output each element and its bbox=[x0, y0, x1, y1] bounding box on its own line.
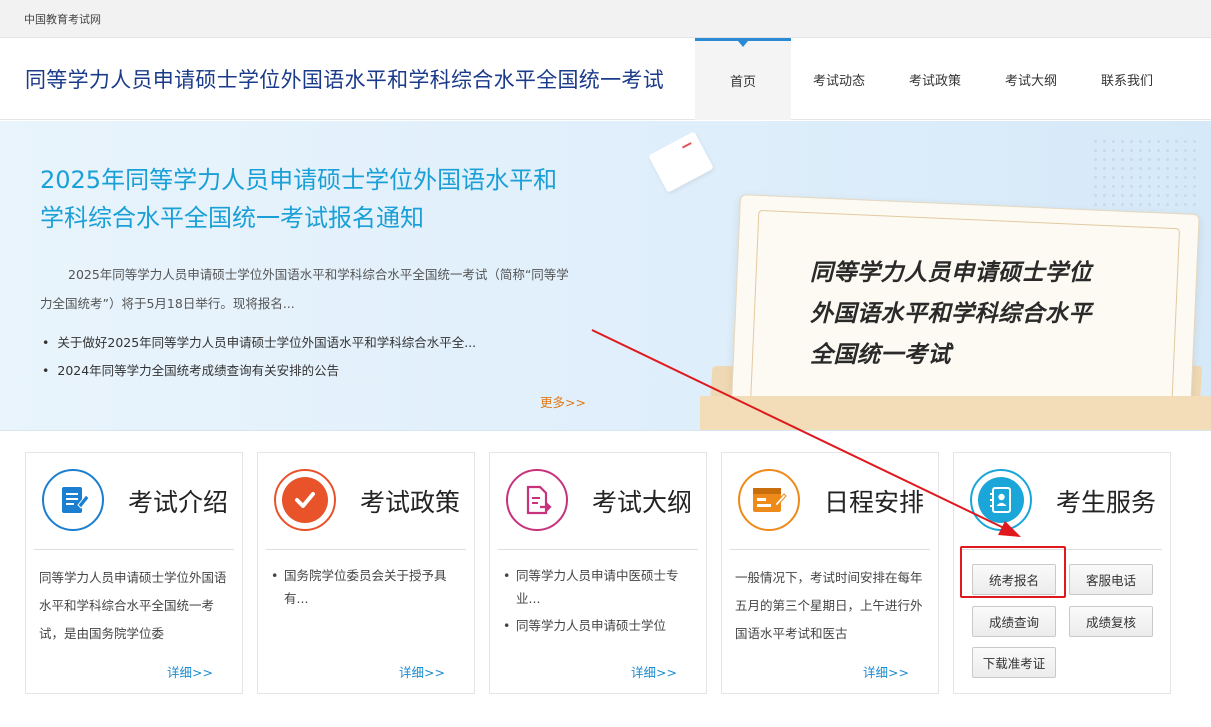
header: 同等学力人员申请硕士学位外国语水平和学科综合水平全国统一考试 首页 考试动态 考… bbox=[0, 38, 1211, 120]
divider bbox=[498, 549, 698, 550]
banner-summary: 2025年同等学力人员申请硕士学位外国语水平和学科综合水平全国统一考试（简称“同… bbox=[40, 267, 569, 311]
illustration-text: 同等学力人员申请硕士学位 外国语水平和学科综合水平 全国统一考试 bbox=[810, 253, 1170, 376]
more-link[interactable]: 更多>> bbox=[540, 392, 586, 411]
score-review-button[interactable]: 成绩复核 bbox=[1069, 606, 1153, 637]
nav-exam-policy[interactable]: 考试政策 bbox=[887, 38, 983, 120]
card-exam-syllabus: 考试大纲 同等学力人员申请中医硕士专业... 同等学力人员申请硕士学位 详细>> bbox=[489, 452, 707, 694]
card-exam-intro: 考试介绍 同等学力人员申请硕士学位外国语水平和学科综合水平全国统一考试，是由国务… bbox=[25, 452, 243, 694]
dot-pattern-decoration bbox=[1091, 137, 1201, 207]
illustration-line-1: 同等学力人员申请硕士学位 bbox=[810, 260, 1092, 286]
customer-service-phone-button[interactable]: 客服电话 bbox=[1069, 564, 1153, 595]
card-schedule: 日程安排 一般情况下，考试时间安排在每年五月的第三个星期日，上午进行外国语水平考… bbox=[721, 452, 939, 694]
list-item[interactable]: 同等学力人员申请中医硕士专业... bbox=[502, 564, 696, 610]
nav-exam-syllabus-label: 考试大纲 bbox=[1004, 73, 1057, 89]
active-indicator-icon bbox=[738, 41, 748, 47]
nav-home-label: 首页 bbox=[729, 75, 756, 90]
policy-list: 国务院学位委员会关于授予具有... bbox=[270, 564, 464, 614]
news-item[interactable]: 2024年同等学力全国统考成绩查询有关安排的公告 bbox=[42, 357, 562, 385]
list-item[interactable]: 国务院学位委员会关于授予具有... bbox=[270, 564, 464, 610]
nav-contact[interactable]: 联系我们 bbox=[1079, 38, 1175, 120]
detail-link[interactable]: 详细>> bbox=[863, 662, 909, 681]
news-list: 关于做好2025年同等学力人员申请硕士学位外国语水平和学科综合水平全... 20… bbox=[42, 329, 562, 385]
banner-headline-link[interactable]: 2025年同等学力人员申请硕士学位外国语水平和 学科综合水平全国统一考试报名通知 bbox=[40, 161, 580, 237]
divider bbox=[730, 549, 930, 550]
headline-line-2: 学科综合水平全国统一考试报名通知 bbox=[40, 204, 424, 232]
highlight-box bbox=[960, 546, 1066, 598]
main-nav: 首页 考试动态 考试政策 考试大纲 联系我们 bbox=[695, 38, 1175, 120]
card-description: 一般情况下，考试时间安排在每年五月的第三个星期日，上午进行外国语水平考试和医古 bbox=[735, 570, 923, 641]
illustration-line-3: 全国统一考试 bbox=[810, 342, 951, 368]
contacts-book-icon bbox=[970, 469, 1032, 531]
card-title: 考试大纲 bbox=[591, 488, 692, 517]
nav-contact-label: 联系我们 bbox=[1100, 73, 1153, 89]
calendar-board-icon bbox=[738, 469, 800, 531]
top-bar: 中国教育考试网 bbox=[0, 0, 1211, 38]
divider bbox=[266, 549, 466, 550]
card-title: 日程安排 bbox=[823, 488, 924, 517]
nav-exam-policy-label: 考试政策 bbox=[908, 73, 961, 89]
card-title: 考试政策 bbox=[359, 488, 460, 517]
nav-exam-news[interactable]: 考试动态 bbox=[791, 38, 887, 120]
syllabus-list: 同等学力人员申请中医硕士专业... 同等学力人员申请硕士学位 bbox=[502, 564, 696, 641]
detail-link[interactable]: 详细>> bbox=[631, 662, 677, 681]
card-title: 考生服务 bbox=[1055, 488, 1156, 517]
news-item[interactable]: 关于做好2025年同等学力人员申请硕士学位外国语水平和学科综合水平全... bbox=[42, 329, 562, 357]
banner: 同等学力人员申请硕士学位 外国语水平和学科综合水平 全国统一考试 2025年同等… bbox=[0, 121, 1211, 431]
nav-exam-syllabus[interactable]: 考试大纲 bbox=[983, 38, 1079, 120]
score-query-button[interactable]: 成绩查询 bbox=[972, 606, 1056, 637]
flying-paper-icon bbox=[648, 131, 714, 193]
document-edit-icon bbox=[42, 469, 104, 531]
download-admission-ticket-button[interactable]: 下载准考证 bbox=[972, 647, 1056, 678]
headline-line-1: 2025年同等学力人员申请硕士学位外国语水平和 bbox=[40, 166, 558, 194]
divider bbox=[34, 549, 234, 550]
page-title: 同等学力人员申请硕士学位外国语水平和学科综合水平全国统一考试 bbox=[25, 68, 664, 92]
checkmark-icon bbox=[274, 469, 336, 531]
card-title: 考试介绍 bbox=[127, 488, 228, 517]
detail-link[interactable]: 详细>> bbox=[399, 662, 445, 681]
nav-home[interactable]: 首页 bbox=[695, 38, 791, 120]
nav-exam-news-label: 考试动态 bbox=[812, 73, 865, 89]
card-description: 同等学力人员申请硕士学位外国语水平和学科综合水平全国统一考试，是由国务院学位委 bbox=[39, 570, 227, 641]
detail-link[interactable]: 详细>> bbox=[167, 662, 213, 681]
file-export-icon bbox=[506, 469, 568, 531]
card-exam-policy: 考试政策 国务院学位委员会关于授予具有... 详细>> bbox=[257, 452, 475, 694]
list-item[interactable]: 同等学力人员申请硕士学位 bbox=[502, 614, 696, 637]
envelope-front bbox=[700, 396, 1211, 430]
illustration-line-2: 外国语水平和学科综合水平 bbox=[810, 301, 1092, 327]
site-name-link[interactable]: 中国教育考试网 bbox=[24, 11, 101, 27]
